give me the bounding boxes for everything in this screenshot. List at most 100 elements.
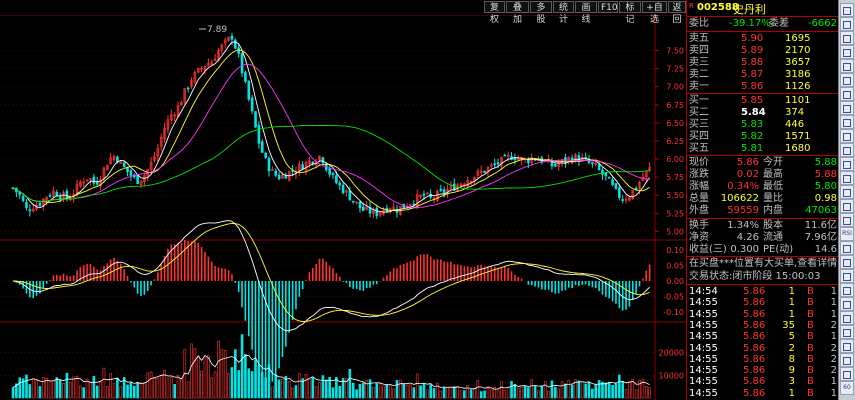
volume-bar — [75, 375, 79, 399]
sidebar-tool-icon-13[interactable] — [840, 185, 854, 199]
volume-bar — [486, 386, 490, 399]
sidebar-tool-icon-2[interactable] — [840, 31, 854, 45]
toolbar-button-5[interactable]: F10 — [598, 1, 618, 13]
sidebar-tool-icon-10[interactable] — [840, 143, 854, 157]
chart-grid — [0, 14, 686, 400]
toolbar-button-0[interactable]: 复权 — [484, 1, 505, 25]
volume-bar — [237, 370, 240, 399]
toolbar-button-3[interactable]: 统计 — [553, 1, 574, 25]
stat-row: 外盘 59559 内盘 47063 — [689, 205, 837, 217]
sidebar-tool-icon-26[interactable] — [840, 367, 854, 381]
kline-chart[interactable]: 7.50 7.25 7.00 6.75 6.50 6.25 6.00 5.75 5.50 5.25… — [0, 0, 686, 400]
sidebar-tool-icon-4[interactable] — [840, 59, 854, 73]
sell-row: 卖五 5.90 1695 — [689, 33, 837, 45]
tick-price: 5.86 — [743, 297, 766, 309]
sidebar-tool-icon-18[interactable] — [840, 255, 854, 269]
volume-bar — [271, 386, 274, 399]
sidebar-tool-icon-12[interactable] — [840, 171, 854, 185]
macd-tick-label: -0.10 — [663, 308, 684, 317]
stat-label: 量比 — [763, 193, 783, 204]
volume-bar — [106, 386, 109, 399]
volume-bar — [143, 382, 146, 399]
volume-bar — [281, 378, 284, 399]
volume-bar — [527, 387, 530, 399]
volume-bar — [126, 384, 129, 399]
toolbar-button-2[interactable]: 多股 — [530, 1, 552, 25]
ma20-line — [12, 63, 650, 209]
toolbar-button-7[interactable]: +自选 — [642, 1, 667, 25]
candle-body — [607, 176, 611, 179]
volume-bar — [254, 359, 257, 399]
volume-bar — [257, 364, 261, 399]
volume-bar — [500, 381, 503, 399]
volume-bar — [567, 380, 571, 399]
sidebar-tool-icon-24[interactable] — [840, 339, 854, 353]
volume-bar — [314, 386, 318, 399]
weibi-row: 委比 -39.17% 委差 -6662 — [689, 18, 837, 30]
candle-body — [18, 192, 22, 195]
sidebar-tool-icon-20[interactable] — [840, 283, 854, 297]
candle-body — [362, 206, 365, 211]
volume-bar — [318, 382, 321, 399]
separator — [687, 155, 839, 156]
sidebar-tool-16[interactable]: RSI — [840, 227, 854, 241]
volume-bar — [264, 377, 267, 399]
tick-volume: 1 — [788, 308, 795, 320]
candle-body — [611, 179, 614, 185]
macd-dif-line — [12, 220, 650, 332]
sidebar-tool-icon-25[interactable] — [840, 353, 854, 367]
volume-bar — [136, 382, 139, 399]
sidebar-tool-icon-19[interactable] — [840, 269, 854, 283]
volume-bar — [607, 381, 611, 399]
sidebar-tool-icon-0[interactable] — [840, 3, 854, 17]
sidebar-tool-icon-3[interactable] — [840, 45, 854, 59]
volume-bar — [45, 377, 48, 399]
sidebar-tool-icon-14[interactable] — [840, 199, 854, 213]
fund-label: 股本 — [763, 220, 783, 231]
big-order-notice[interactable]: 在买盘***位置有大买单,查看详情 — [689, 258, 837, 270]
volume-bar — [213, 371, 217, 399]
sidebar-tool-icon-7[interactable] — [840, 101, 854, 115]
notice-text[interactable]: 在买盘***位置有大买单,查看详情 — [689, 258, 837, 270]
sidebar-tool-icon-15[interactable] — [840, 213, 854, 227]
toolbar-button-4[interactable]: 画线 — [575, 1, 597, 25]
volume-bar — [503, 390, 507, 399]
sidebar-tool-icon-23[interactable] — [840, 325, 854, 339]
candle-body — [260, 141, 264, 153]
volume-bar — [351, 382, 355, 399]
tick-row: 14:55 5.86 8 B 2 — [689, 354, 837, 366]
volume-bar — [79, 385, 82, 399]
toolbar-button-8[interactable]: 返回 — [668, 1, 686, 25]
sidebar-tool-icon-17[interactable] — [840, 241, 854, 255]
volume-bar — [112, 383, 116, 399]
candle-body — [331, 173, 335, 175]
volume-bar — [405, 384, 409, 399]
sidebar-tool-icon-1[interactable] — [840, 17, 854, 31]
toolbar-button-6[interactable]: 标记 — [619, 1, 641, 25]
sidebar-tool-icon-9[interactable] — [840, 129, 854, 143]
sidebar-tool-icon-8[interactable] — [840, 115, 854, 129]
volume-bar — [217, 340, 220, 399]
volume-bar — [429, 384, 432, 399]
volume-bar — [648, 387, 651, 399]
tool-sidebar: RSI 60 — [838, 0, 855, 400]
volume-bar — [395, 380, 399, 399]
sidebar-tool-icon-5[interactable] — [840, 73, 854, 87]
candle-body — [618, 187, 621, 198]
volume-bar — [375, 383, 379, 399]
volume-bar — [119, 386, 123, 399]
tick-time: 14:55 — [689, 365, 718, 377]
sidebar-tool-icon-21[interactable] — [840, 297, 854, 311]
trade-status: 交易状态:闭市阶段 15:00:03 — [689, 271, 837, 283]
sidebar-tool-27[interactable]: 60 — [840, 381, 854, 395]
sidebar-tool-icon-6[interactable] — [840, 87, 854, 101]
sidebar-tool-icon-11[interactable] — [840, 157, 854, 171]
volume-bar — [324, 379, 328, 399]
tick-time: 14:54 — [689, 286, 718, 297]
tick-volume: 3 — [788, 376, 795, 388]
sidebar-tool-icon-22[interactable] — [840, 311, 854, 325]
toolbar-button-1[interactable]: 叠加 — [506, 1, 529, 25]
price-axis: 7.50 7.25 7.00 6.75 6.50 6.25 6.00 5.75 5.50 5.25… — [655, 47, 684, 380]
sell-level-label: 卖三 — [689, 57, 709, 68]
tick-volume: 5 — [788, 331, 795, 343]
